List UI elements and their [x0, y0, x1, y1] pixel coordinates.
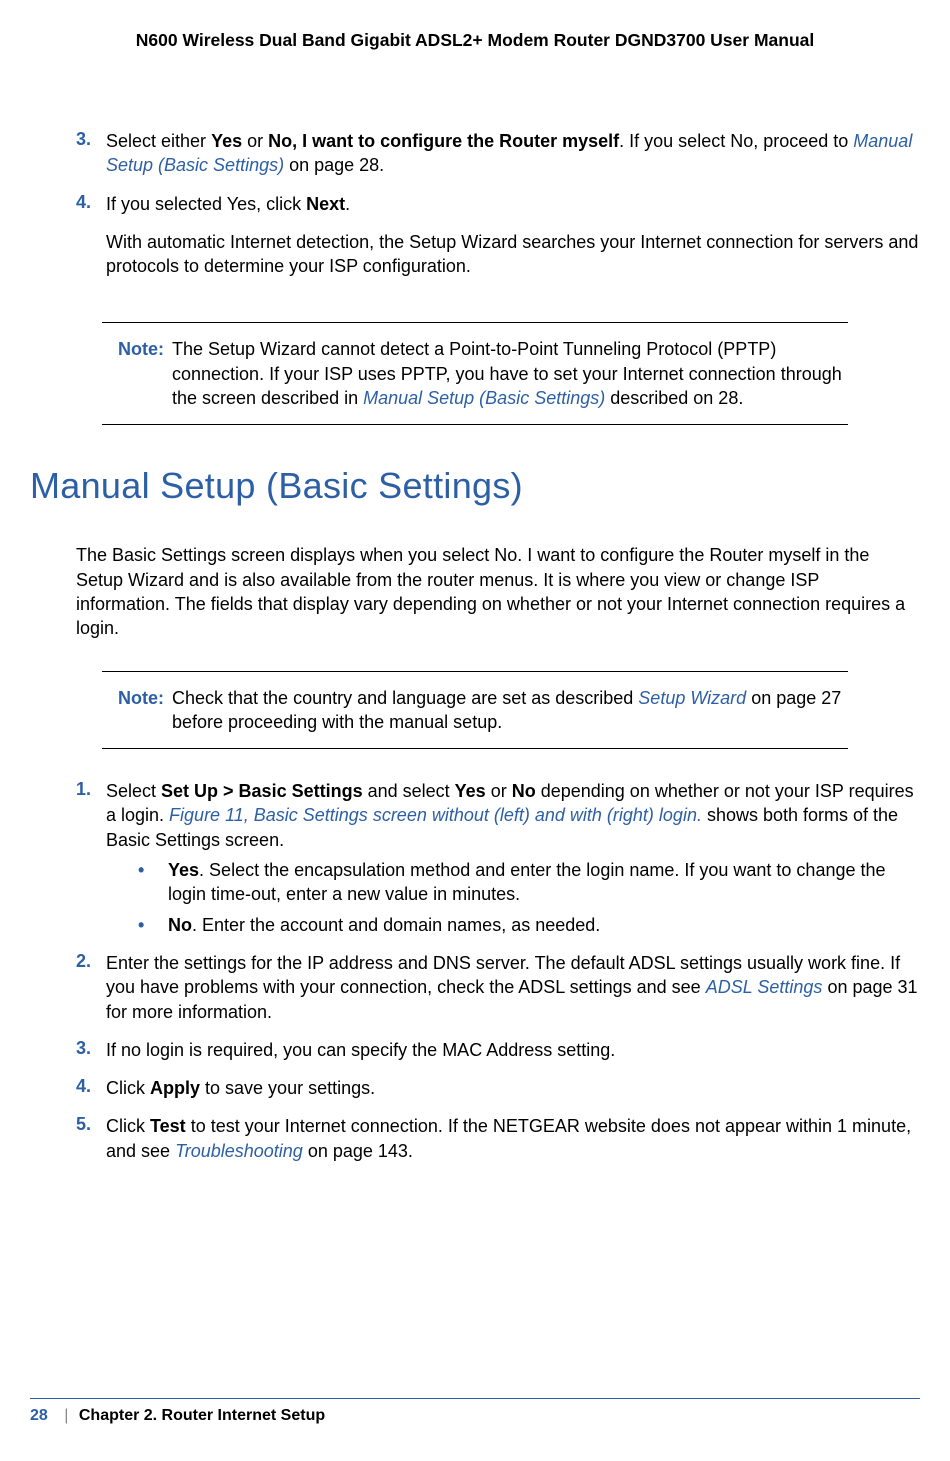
step-4-prior: 4. If you selected Yes, click Next. With…	[76, 192, 920, 293]
step-number: 5.	[76, 1114, 106, 1169]
step-number: 2.	[76, 951, 106, 1030]
step-5: 5. Click Test to test your Internet conn…	[76, 1114, 920, 1169]
text: or	[242, 131, 268, 151]
page-number: 28	[30, 1407, 48, 1424]
text: Click	[106, 1078, 150, 1098]
bold-test: Test	[150, 1116, 186, 1136]
text: If no login is required, you can specify…	[106, 1038, 920, 1062]
link-figure-11[interactable]: Figure 11, Basic Settings screen without…	[169, 805, 702, 825]
step-number: 4.	[76, 1076, 106, 1106]
section-heading-manual-setup: Manual Setup (Basic Settings)	[30, 465, 920, 507]
bullet-dot-icon: •	[138, 913, 168, 937]
note-label: Note:	[102, 337, 172, 410]
note-text: Check that the country and language are …	[172, 686, 848, 735]
link-manual-setup[interactable]: Manual Setup (Basic Settings)	[363, 388, 605, 408]
text: to save your settings.	[200, 1078, 375, 1098]
link-adsl-settings[interactable]: ADSL Settings	[706, 977, 823, 997]
text: .	[345, 194, 350, 214]
link-setup-wizard[interactable]: Setup Wizard	[638, 688, 746, 708]
step-body: If you selected Yes, click Next. With au…	[106, 192, 920, 293]
step-body: Click Test to test your Internet connect…	[106, 1114, 920, 1169]
text: Select either	[106, 131, 211, 151]
text: described on 28.	[605, 388, 743, 408]
text: Check that the country and language are …	[172, 688, 638, 708]
page-header-title: N600 Wireless Dual Band Gigabit ADSL2+ M…	[30, 30, 920, 51]
link-troubleshooting[interactable]: Troubleshooting	[175, 1141, 303, 1161]
note-box-2: Note: Check that the country and languag…	[102, 671, 848, 750]
step-1: 1. Select Set Up > Basic Settings and se…	[76, 779, 920, 943]
bold-next: Next	[306, 194, 345, 214]
sub-bullet-yes: • Yes. Select the encapsulation method a…	[138, 858, 920, 907]
step-body: Select Set Up > Basic Settings and selec…	[106, 779, 920, 943]
bullet-dot-icon: •	[138, 858, 168, 907]
text: on page 28.	[284, 155, 384, 175]
footer-rule	[30, 1398, 920, 1399]
step-2: 2. Enter the settings for the IP address…	[76, 951, 920, 1030]
text: . Select the encapsulation method and en…	[168, 860, 886, 904]
note-text: The Setup Wizard cannot detect a Point-t…	[172, 337, 848, 410]
bold-yes: Yes	[168, 860, 199, 880]
step-body: If no login is required, you can specify…	[106, 1038, 920, 1068]
text: Click	[106, 1116, 150, 1136]
bold-no: No	[512, 781, 536, 801]
text: . If you select No, proceed to	[619, 131, 853, 151]
bold-yes: Yes	[455, 781, 486, 801]
text: or	[486, 781, 512, 801]
step-number: 1.	[76, 779, 106, 943]
bold-setup-basic: Set Up > Basic Settings	[161, 781, 363, 801]
step-3: 3. If no login is required, you can spec…	[76, 1038, 920, 1068]
page-footer: 28 | Chapter 2. Router Internet Setup	[30, 1398, 920, 1425]
note-box-1: Note: The Setup Wizard cannot detect a P…	[102, 322, 848, 425]
text: With automatic Internet detection, the S…	[106, 230, 920, 279]
text: . Enter the account and domain names, as…	[192, 915, 600, 935]
step-body: Select either Yes or No, I want to confi…	[106, 129, 920, 184]
bold-no: No	[168, 915, 192, 935]
intro-paragraph: The Basic Settings screen displays when …	[76, 543, 920, 640]
sub-bullet-no: • No. Enter the account and domain names…	[138, 913, 920, 937]
text: If you selected Yes, click	[106, 194, 306, 214]
bold-apply: Apply	[150, 1078, 200, 1098]
step-number: 4.	[76, 192, 106, 293]
step-number: 3.	[76, 129, 106, 184]
bold-no-config: No, I want to configure the Router mysel…	[268, 131, 619, 151]
step-4: 4. Click Apply to save your settings.	[76, 1076, 920, 1106]
chapter-label: Chapter 2. Router Internet Setup	[79, 1407, 325, 1424]
text: Select	[106, 781, 161, 801]
step-body: Click Apply to save your settings.	[106, 1076, 920, 1106]
bold-yes: Yes	[211, 131, 242, 151]
step-number: 3.	[76, 1038, 106, 1068]
footer-separator: |	[64, 1407, 68, 1424]
text: on page 143.	[303, 1141, 413, 1161]
note-label: Note:	[102, 686, 172, 735]
text: and select	[363, 781, 455, 801]
step-3-prior: 3. Select either Yes or No, I want to co…	[76, 129, 920, 184]
step-body: Enter the settings for the IP address an…	[106, 951, 920, 1030]
